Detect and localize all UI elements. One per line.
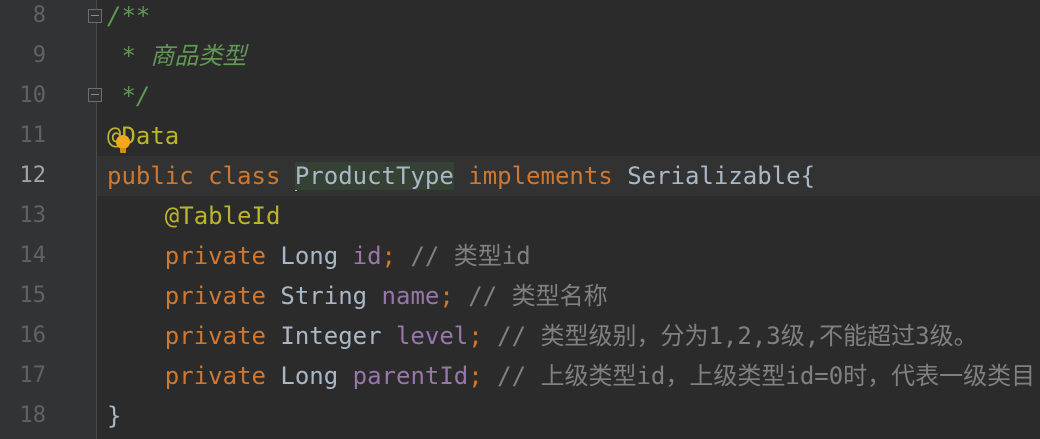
code-line[interactable]: /**: [107, 0, 150, 36]
code-token: */: [107, 82, 151, 110]
line-number: 18: [19, 403, 47, 428]
code-line[interactable]: */: [107, 76, 150, 116]
code-token: @TableId: [164, 202, 281, 230]
fold-close-icon[interactable]: [88, 88, 102, 102]
code-token: /**: [107, 2, 151, 30]
code-token: String: [280, 282, 382, 310]
code-token: Long: [280, 242, 353, 270]
code-token: public class: [107, 162, 295, 190]
code-token: private: [107, 322, 281, 350]
line-number: 8: [32, 3, 46, 28]
fold-open-icon[interactable]: [88, 9, 102, 23]
code-line[interactable]: private Long parentId; // 上级类型id，上级类型id=…: [107, 356, 1035, 396]
code-line[interactable]: public class ProductType implements Seri…: [107, 156, 815, 196]
code-token: // 类型级别，分为1,2,3级,不能超过3级。: [497, 322, 978, 350]
line-number: 16: [19, 323, 47, 348]
code-token: implements: [453, 162, 628, 190]
code-token: private: [107, 242, 281, 270]
code-editor[interactable]: 8/** 9 * 商品类型 10 */11 @Data 12 public class P…: [0, 0, 1040, 439]
code-token: name: [381, 282, 440, 310]
code-token: }: [107, 402, 122, 430]
code-token: ;: [468, 322, 498, 350]
code-token: id: [352, 242, 382, 270]
line-number: 11: [19, 123, 47, 148]
code-token: // 类型名称: [468, 282, 608, 310]
code-token: Serializable{: [627, 162, 816, 190]
code-line[interactable]: * 商品类型: [107, 36, 246, 76]
line-number: 9: [32, 43, 46, 68]
code-token: ;: [381, 242, 411, 270]
intention-bulb-icon[interactable]: [114, 134, 132, 156]
line-number: 10: [19, 83, 47, 108]
code-line[interactable]: private Integer level; // 类型级别，分为1,2,3级,…: [107, 316, 978, 356]
line-number: 17: [19, 363, 47, 388]
line-number: 14: [19, 243, 47, 268]
code-token: parentId: [352, 362, 469, 390]
code-token: private: [107, 282, 281, 310]
code-line[interactable]: private String name; // 类型名称: [107, 276, 608, 316]
code-token: level: [395, 322, 469, 350]
code-token: Long: [280, 362, 353, 390]
code-token: private: [107, 362, 281, 390]
code-line[interactable]: @TableId: [107, 196, 281, 236]
line-number: 12: [19, 163, 47, 188]
code-token: // 类型id: [410, 242, 531, 270]
code-token: // 上级类型id，上级类型id=0时，代表一级类目: [497, 362, 1036, 390]
code-line[interactable]: }: [107, 396, 121, 436]
code-token: ;: [439, 282, 469, 310]
code-line[interactable]: private Long id; // 类型id: [107, 236, 531, 276]
code-token: * 商品类型: [107, 42, 247, 70]
line-number: 15: [19, 283, 47, 308]
line-number: 13: [19, 203, 47, 228]
code-token: ;: [468, 362, 498, 390]
code-token: ProductType: [294, 162, 454, 190]
code-token: Integer: [280, 322, 396, 350]
